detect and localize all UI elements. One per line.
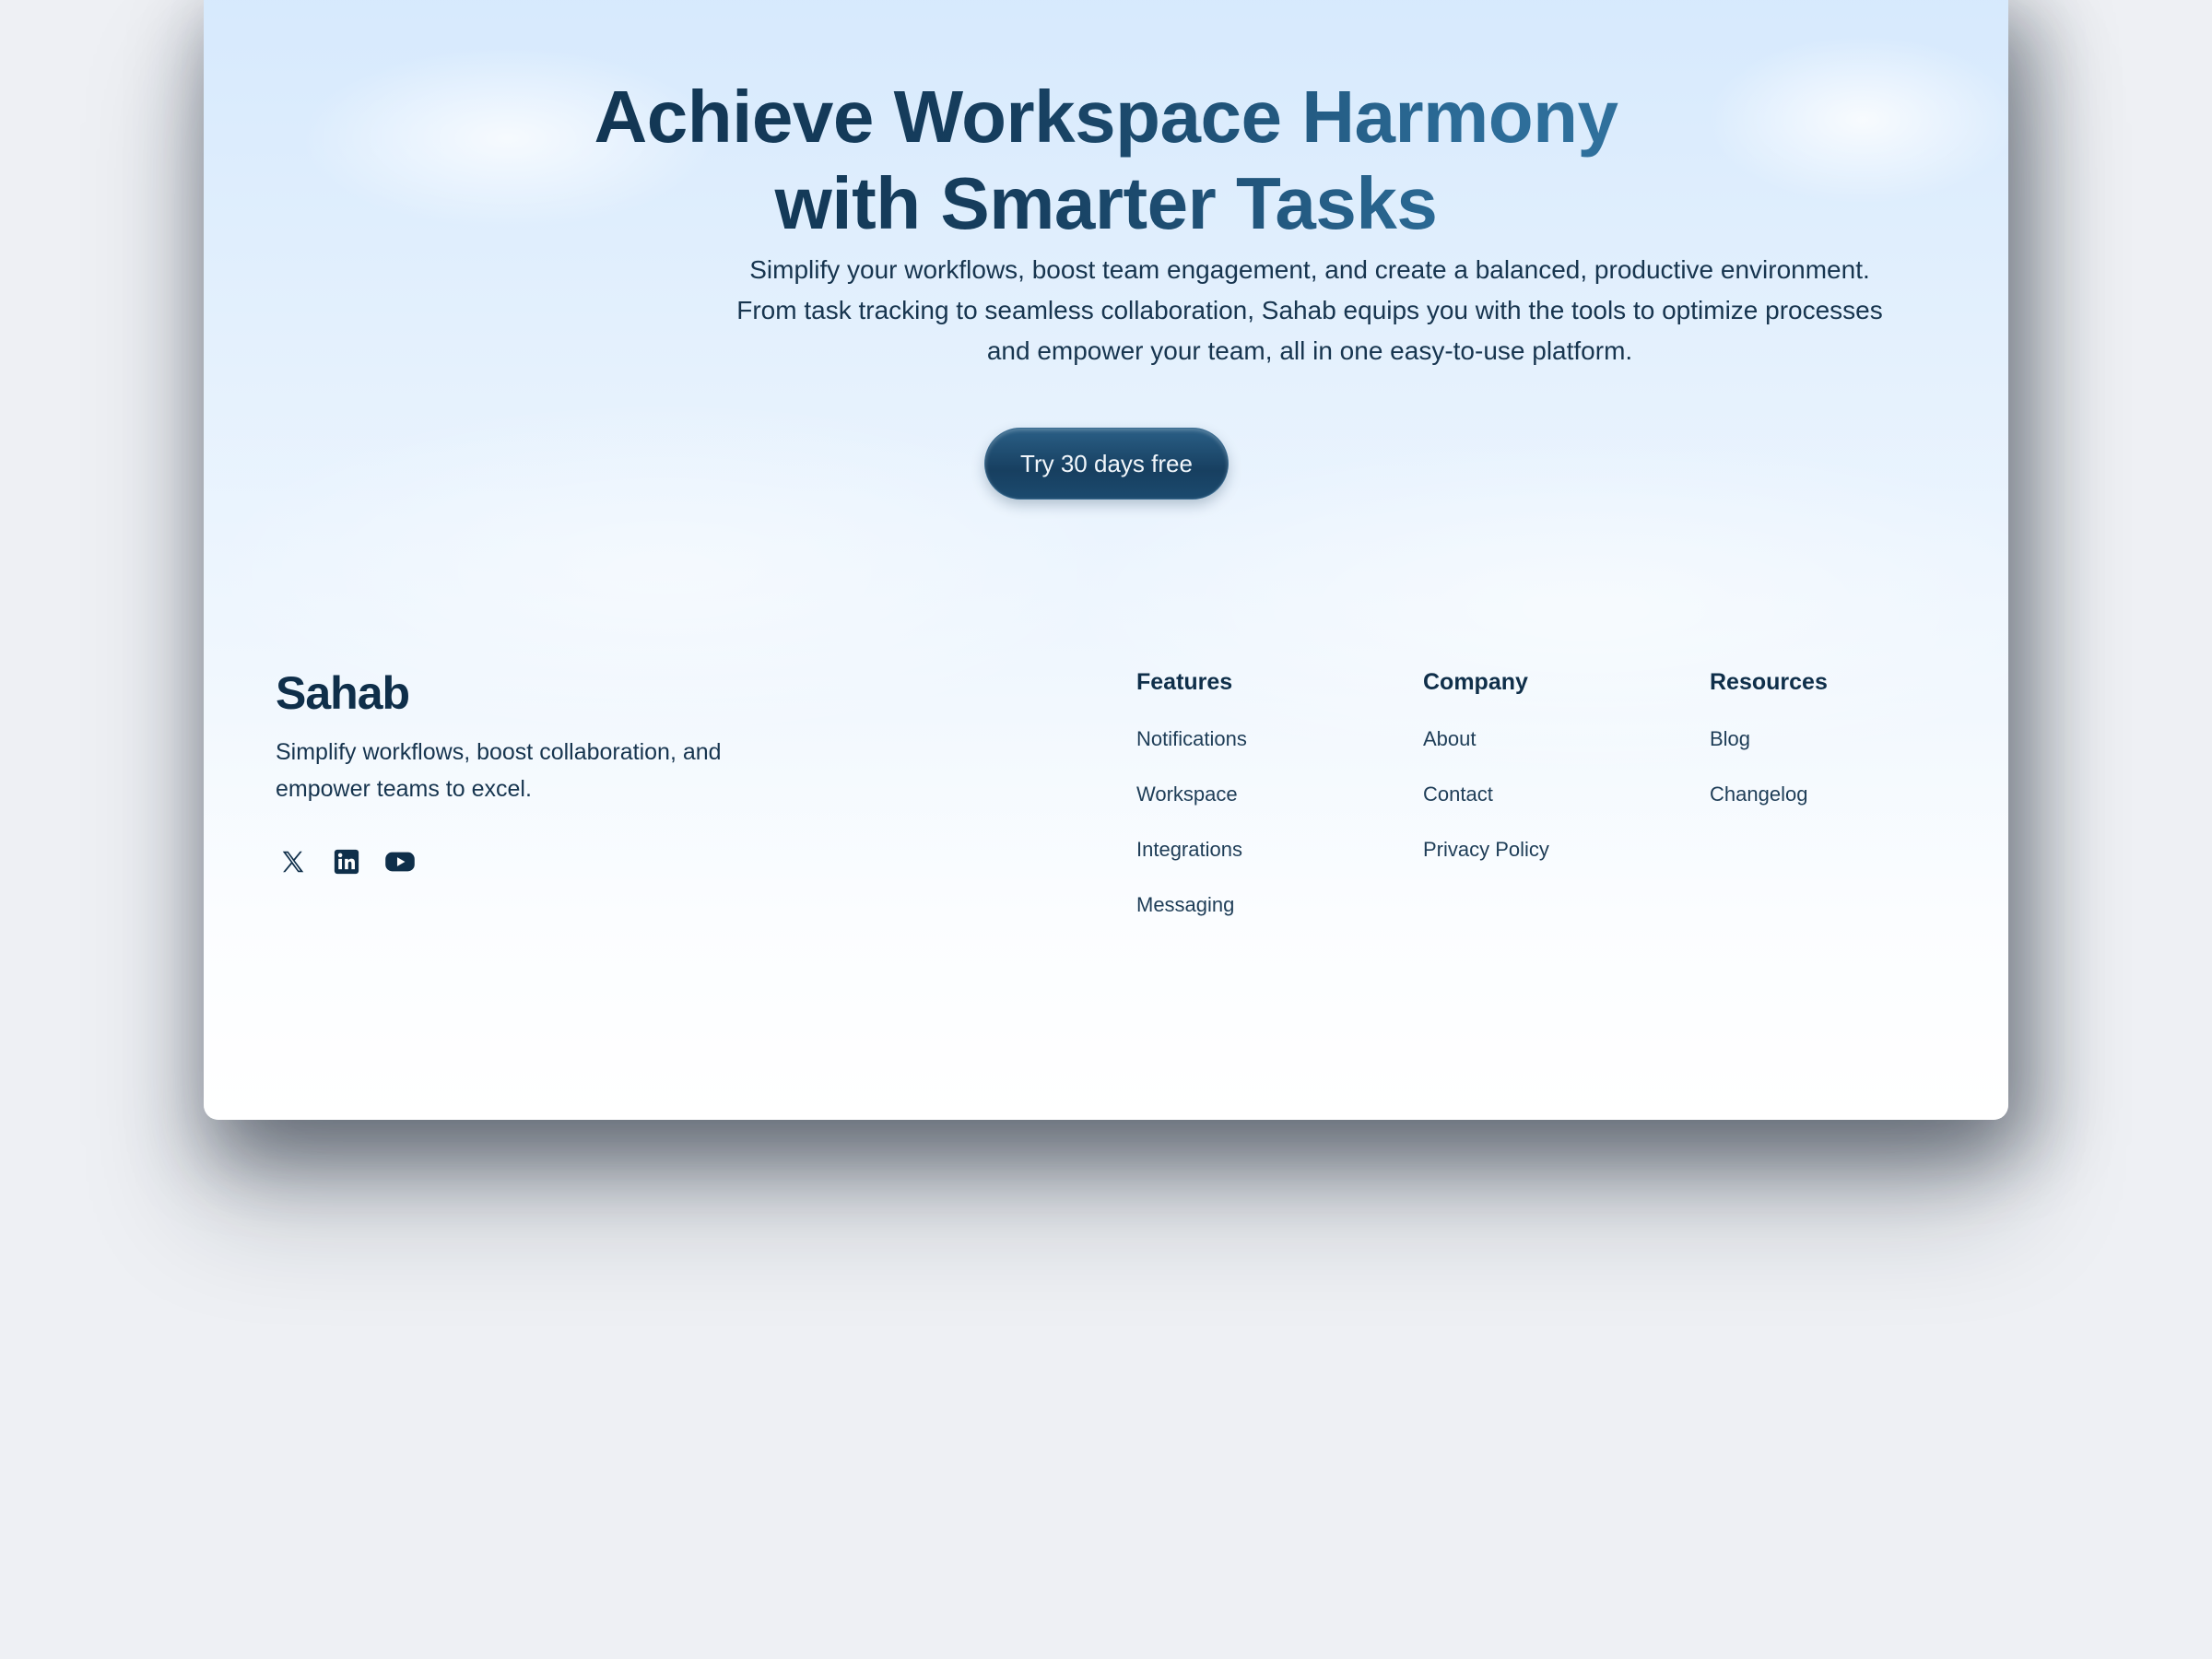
footer-column-features: Features Notifications Workspace Integra… [1136,667,1376,916]
try-free-button[interactable]: Try 30 days free [984,428,1229,500]
hero-subtitle: Simplify your workflows, boost team enga… [736,255,1883,365]
footer-link-notifications[interactable]: Notifications [1136,727,1247,750]
social-links [276,844,418,879]
footer-brand: Sahab Simplify workflows, boost collabor… [276,665,722,875]
footer-link-blog[interactable]: Blog [1710,727,1750,750]
youtube-icon[interactable] [382,844,418,879]
hero-title: Achieve Workspace Harmony with Smarter T… [204,74,2008,247]
footer-link-changelog[interactable]: Changelog [1710,782,1807,806]
column-heading: Company [1423,669,1528,695]
hero-title-line-2: with Smarter Tasks [774,162,1438,244]
landing-page-card: Achieve Workspace Harmony with Smarter T… [204,0,2008,1120]
hero-title-line-1: Achieve Workspace Harmony [594,76,1618,158]
link-list: Blog Changelog [1710,724,1807,835]
linkedin-icon[interactable] [329,844,364,879]
footer-link-messaging[interactable]: Messaging [1136,893,1234,916]
footer-link-workspace[interactable]: Workspace [1136,782,1238,806]
footer-link-integrations[interactable]: Integrations [1136,838,1242,861]
footer-column-company: Company About Contact Privacy Policy [1423,667,1663,861]
link-list: Notifications Workspace Integrations Mes… [1136,724,1247,946]
footer-link-about[interactable]: About [1423,727,1477,750]
x-icon[interactable] [276,844,311,879]
brand-description: Simplify workflows, boost collaboration,… [276,739,722,802]
link-list: About Contact Privacy Policy [1423,724,1549,890]
column-heading: Resources [1710,669,1828,695]
footer-column-resources: Resources Blog Changelog [1710,667,1949,806]
column-heading: Features [1136,669,1233,695]
logo[interactable]: Sahab [276,665,410,721]
footer-link-contact[interactable]: Contact [1423,782,1493,806]
footer-link-privacy-policy[interactable]: Privacy Policy [1423,838,1549,861]
